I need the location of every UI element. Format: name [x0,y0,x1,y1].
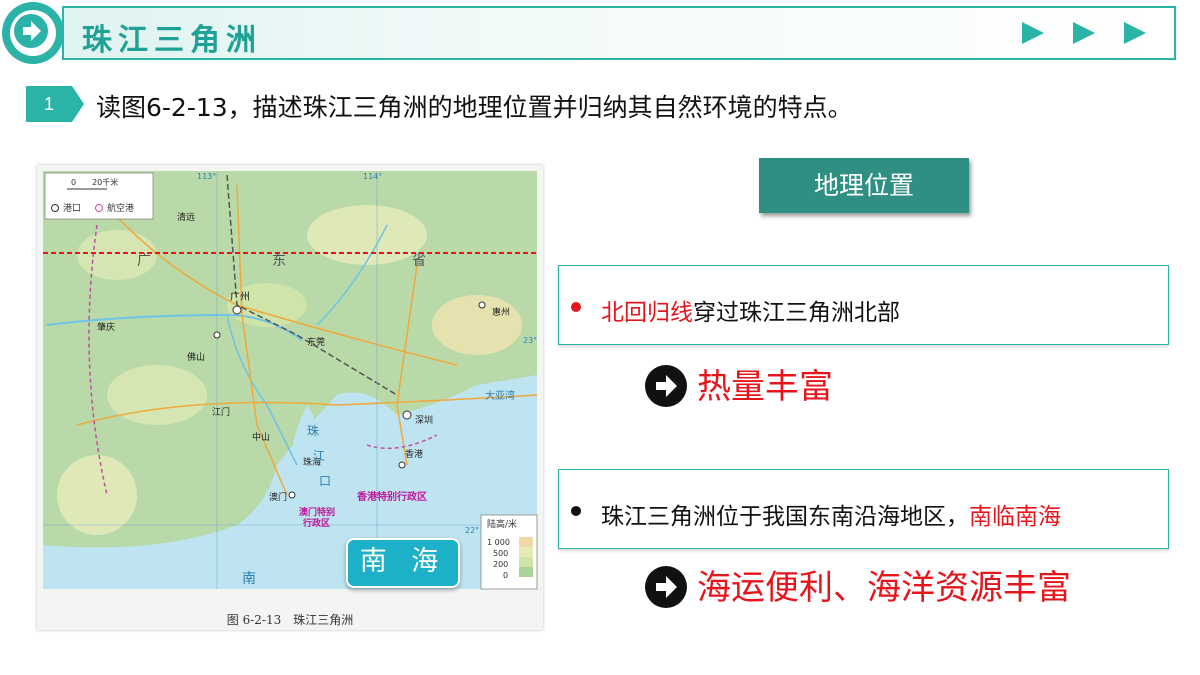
label-lon114: 114° [363,172,382,181]
map-scale: 0 20千米 [71,177,118,187]
legend-port: 港口 [63,202,81,214]
label-nan: 南 [242,571,256,587]
label-xianggang: 香港 [405,448,423,460]
label-zhaoqing: 肇庆 [97,321,115,333]
label-dong: 东 [272,253,286,269]
label-macau-region-2: 行政区 [302,517,330,529]
point-tropic-text: 北回归线穿过珠江三角洲北部 [601,293,900,327]
arrow-right-icon [14,14,48,48]
label-sheng: 省 [412,253,426,269]
play-icon [1022,22,1044,44]
label-zhongshan: 中山 [252,431,270,443]
label-macau-region-1: 澳门特别 [299,506,335,518]
arrow-right-icon [645,566,687,608]
label-huizhou: 惠州 [492,306,510,318]
result-ocean-text: 海运便利、海洋资源丰富 [697,568,1071,608]
question-number: 1 [43,94,54,114]
tropic-highlight: 北回归线 [601,300,693,326]
point-coastal-box: 珠江三角洲位于我国东南沿海地区，南临南海 [558,469,1169,549]
elevation-title: 陆高/米 [487,518,517,530]
coastal-highlight: 南临南海 [969,504,1061,530]
label-jiangmen: 江门 [212,406,230,418]
page-title: 珠江三角洲 [82,23,262,58]
elevation-1000: 1 000 [487,538,510,547]
play-icon [1124,22,1146,44]
question-number-badge: 1 [26,86,86,122]
label-jiang: 江 [313,449,325,463]
label-lat23: 23° [523,336,537,345]
south-china-sea-label: 南 海 [346,538,460,588]
elevation-500: 500 [493,549,508,558]
elevation-200: 200 [493,560,508,569]
label-hk-region: 香港特别行政区 [357,490,427,503]
coastal-text: 珠江三角洲位于我国东南沿海地区， [601,504,969,530]
label-kou: 口 [319,474,331,488]
result-heat-text: 热量丰富 [697,367,833,407]
label-qingyuan: 清远 [177,211,195,223]
point-coastal-text: 珠江三角洲位于我国东南沿海地区，南临南海 [601,497,1061,531]
header-bar: 珠江三角洲 [62,6,1176,60]
point-tropic-box: 北回归线穿过珠江三角洲北部 [558,265,1169,345]
bullet-dot-icon [571,506,581,516]
bullet-dot-icon [571,302,581,312]
label-guang: 广 [137,253,151,269]
elevation-0: 0 [503,571,508,580]
question-text: 读图6-2-13，描述珠江三角洲的地理位置并归纳其自然环境的特点。 [96,93,853,122]
label-aomen: 澳门 [269,491,287,503]
label-lat22: 22° [465,526,479,535]
label-lon113: 113° [197,172,216,181]
label-foshan: 佛山 [187,351,205,363]
label-dayawan: 大亚湾 [485,389,515,402]
arrow-right-icon [645,365,687,407]
label-dongguan: 东莞 [307,336,325,348]
geo-location-button[interactable]: 地理位置 [759,158,969,213]
label-shenzhen: 深圳 [415,415,433,426]
pearl-river-delta-map: 0 20千米 港口 航空港 广 东 省 广州 佛山 肇庆 清远 东莞 惠州 江门… [37,165,543,630]
play-icon [1073,22,1095,44]
label-guangzhou: 广州 [230,291,250,303]
legend-airport: 航空港 [107,202,134,214]
tropic-rest: 穿过珠江三角洲北部 [693,300,900,326]
label-zhu: 珠 [307,424,319,438]
map-caption: 图 6-2-13 珠江三角洲 [226,613,354,627]
